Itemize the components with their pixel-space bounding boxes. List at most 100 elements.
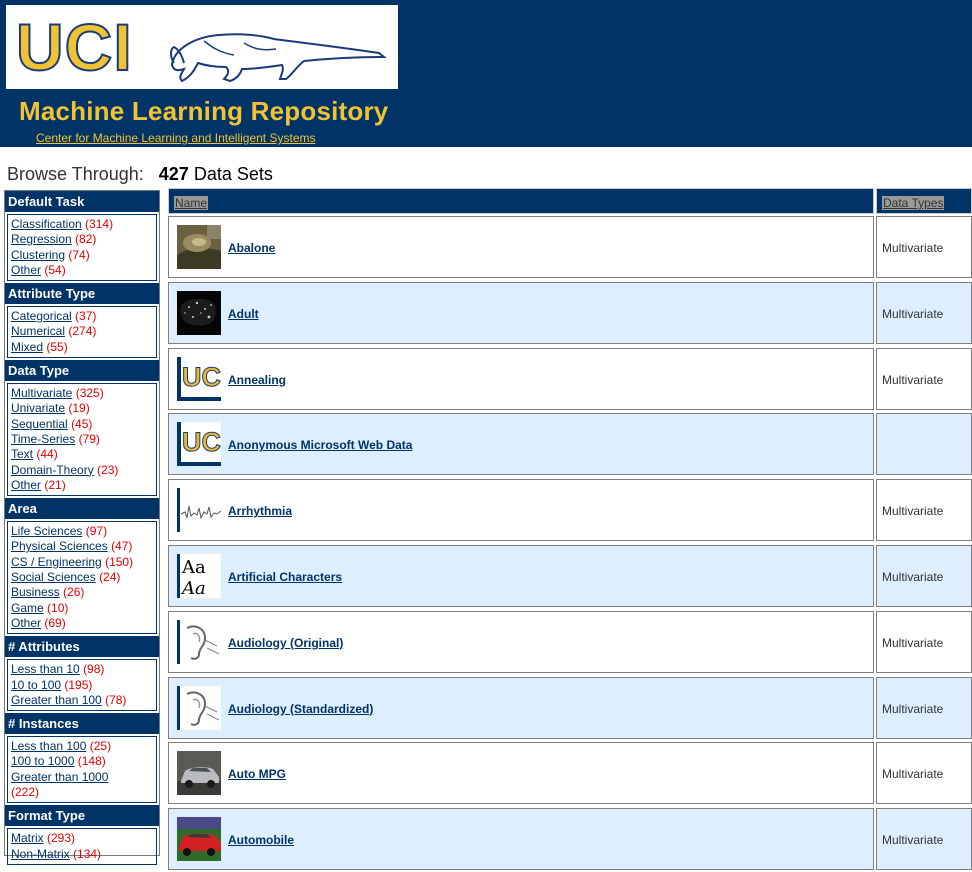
- facet-link-life-sciences[interactable]: Life Sciences: [11, 524, 82, 538]
- facet-item: Matrix (293): [11, 831, 153, 846]
- facet-item: (222): [11, 785, 153, 800]
- facet-link-sequential[interactable]: Sequential: [11, 417, 68, 431]
- facet-link-greater-than-100[interactable]: Greater than 100: [11, 693, 102, 707]
- facet-count: (79): [78, 431, 100, 446]
- facet-count: (25): [89, 739, 112, 754]
- arrhythmia-thumbnail: [177, 488, 221, 533]
- facet-link-other[interactable]: Other: [11, 263, 41, 277]
- dataset-link-audiology-standardized[interactable]: Audiology (Standardized): [228, 702, 373, 716]
- facet-count: (293): [47, 831, 76, 846]
- facet-link-business[interactable]: Business: [11, 585, 60, 599]
- name-cell: Arrhythmia: [168, 479, 874, 542]
- facet-count: (45): [71, 416, 93, 431]
- facet-item: Mixed (55): [11, 340, 153, 355]
- facet-link-regression[interactable]: Regression: [11, 232, 72, 246]
- facet-item: Greater than 1000: [11, 770, 153, 785]
- anonymous-microsoft-web-data-thumbnail: UCI: [177, 422, 221, 467]
- facet-header-num-instances: # Instances: [5, 713, 159, 735]
- facet-list-attribute-type: Categorical (37) Numerical (274) Mixed (…: [7, 306, 157, 359]
- sort-by-data-types-link[interactable]: Data Types: [882, 196, 945, 210]
- facet-count: (134): [73, 846, 102, 861]
- facet-count: (274): [68, 324, 97, 339]
- facet-count: (325): [75, 386, 104, 401]
- facet-count: (195): [64, 677, 93, 692]
- table-row: Audiology (Original) Multivariate: [168, 609, 972, 675]
- name-cell: Aa Aa Artificial Characters: [168, 544, 874, 607]
- facet-link-100-to-1000[interactable]: 100 to 1000: [11, 754, 74, 768]
- facet-link-less-than-10[interactable]: Less than 10: [11, 662, 80, 676]
- dataset-link-auto-mpg[interactable]: Auto MPG: [228, 767, 286, 781]
- site-title: Machine Learning Repository: [19, 96, 389, 126]
- facet-link-classification[interactable]: Classification: [11, 217, 82, 231]
- facet-link-10-to-100[interactable]: 10 to 100: [11, 678, 61, 692]
- facet-link-numerical[interactable]: Numerical: [11, 324, 65, 338]
- dataset-link-automobile[interactable]: Automobile: [228, 833, 294, 847]
- facet-link-domain-theory[interactable]: Domain-Theory: [11, 463, 94, 477]
- facet-link-greater-than-1000[interactable]: Greater than 1000: [11, 770, 108, 784]
- facet-link-other[interactable]: Other: [11, 478, 41, 492]
- facet-link-time-series[interactable]: Time-Series: [11, 432, 75, 446]
- uci-logo[interactable]: UCI: [6, 5, 398, 89]
- facet-link-multivariate[interactable]: Multivariate: [11, 386, 72, 400]
- facet-link-cs-engineering[interactable]: CS / Engineering: [11, 555, 102, 569]
- facet-count: (26): [63, 585, 85, 600]
- facet-header-default-task: Default Task: [5, 191, 159, 212]
- facet-count: (82): [75, 232, 97, 247]
- facet-link-matrix[interactable]: Matrix: [11, 831, 44, 845]
- facet-count: (44): [36, 447, 58, 462]
- facet-item: Numerical (274): [11, 324, 153, 339]
- facet-item: Social Sciences (24): [11, 570, 153, 585]
- table-header: Name Data Types: [168, 188, 972, 214]
- facet-list-default-task: Classification (314) Regression (82) Clu…: [7, 214, 157, 282]
- facet-list-num-instances: Less than 100 (25) 100 to 1000 (148) Gre…: [7, 736, 157, 804]
- facet-link-social-sciences[interactable]: Social Sciences: [11, 570, 96, 584]
- facet-item: Univariate (19): [11, 401, 153, 416]
- facet-header-attribute-type: Attribute Type: [5, 283, 159, 305]
- uci-logo-icon: UCI: [177, 422, 221, 467]
- facet-link-categorical[interactable]: Categorical: [11, 309, 72, 323]
- data-types-value: Multivariate: [882, 241, 944, 255]
- facet-count: (150): [105, 554, 134, 569]
- sort-by-name-link[interactable]: Name: [174, 196, 209, 210]
- facet-list-data-type: Multivariate (325) Univariate (19) Seque…: [7, 383, 157, 497]
- dataset-link-artificial-characters[interactable]: Artificial Characters: [228, 570, 342, 584]
- facet-count: (74): [68, 247, 90, 262]
- facet-item: Non-Matrix (134): [11, 847, 153, 862]
- facet-link-text[interactable]: Text: [11, 447, 33, 461]
- dataset-link-abalone[interactable]: Abalone: [228, 241, 275, 255]
- center-link[interactable]: Center for Machine Learning and Intellig…: [36, 131, 316, 145]
- facet-link-other[interactable]: Other: [11, 616, 41, 630]
- facet-link-non-matrix[interactable]: Non-Matrix: [11, 847, 70, 861]
- facet-link-game[interactable]: Game: [11, 601, 44, 615]
- table-row: Auto MPG Multivariate: [168, 740, 972, 806]
- facet-count: (37): [75, 309, 97, 324]
- facet-item: Categorical (37): [11, 309, 153, 324]
- name-cell: Abalone: [168, 216, 874, 278]
- dataset-link-adult[interactable]: Adult: [228, 307, 259, 321]
- facet-link-less-than-100[interactable]: Less than 100: [11, 739, 86, 753]
- facet-item: Other (21): [11, 478, 153, 493]
- facet-link-physical-sciences[interactable]: Physical Sciences: [11, 539, 108, 553]
- facet-count: (78): [105, 692, 127, 707]
- data-types-cell: Multivariate: [876, 347, 972, 410]
- dataset-count: 427: [158, 164, 189, 184]
- facet-link-clustering[interactable]: Clustering: [11, 248, 65, 262]
- name-cell: Audiology (Standardized): [168, 676, 874, 739]
- table-row: Adult Multivariate: [168, 280, 972, 346]
- facet-item: Other (69): [11, 616, 153, 631]
- facet-count: (21): [44, 477, 66, 492]
- automobile-thumbnail: [177, 817, 221, 862]
- column-header-name: Name: [168, 188, 874, 214]
- dataset-link-audiology-original[interactable]: Audiology (Original): [228, 636, 343, 650]
- dataset-link-anonymous-microsoft-web-data[interactable]: Anonymous Microsoft Web Data: [228, 438, 412, 452]
- facet-item: Greater than 100 (78): [11, 693, 153, 708]
- svg-text:Aa: Aa: [181, 557, 206, 578]
- facet-count: (54): [44, 262, 66, 277]
- dataset-link-annealing[interactable]: Annealing: [228, 373, 286, 387]
- facet-link-univariate[interactable]: Univariate: [11, 401, 65, 415]
- facet-link-mixed[interactable]: Mixed: [11, 340, 43, 354]
- facet-item: Multivariate (325): [11, 386, 153, 401]
- data-types-cell: Multivariate: [876, 742, 972, 805]
- data-types-value: Multivariate: [882, 504, 944, 519]
- dataset-link-arrhythmia[interactable]: Arrhythmia: [228, 504, 292, 518]
